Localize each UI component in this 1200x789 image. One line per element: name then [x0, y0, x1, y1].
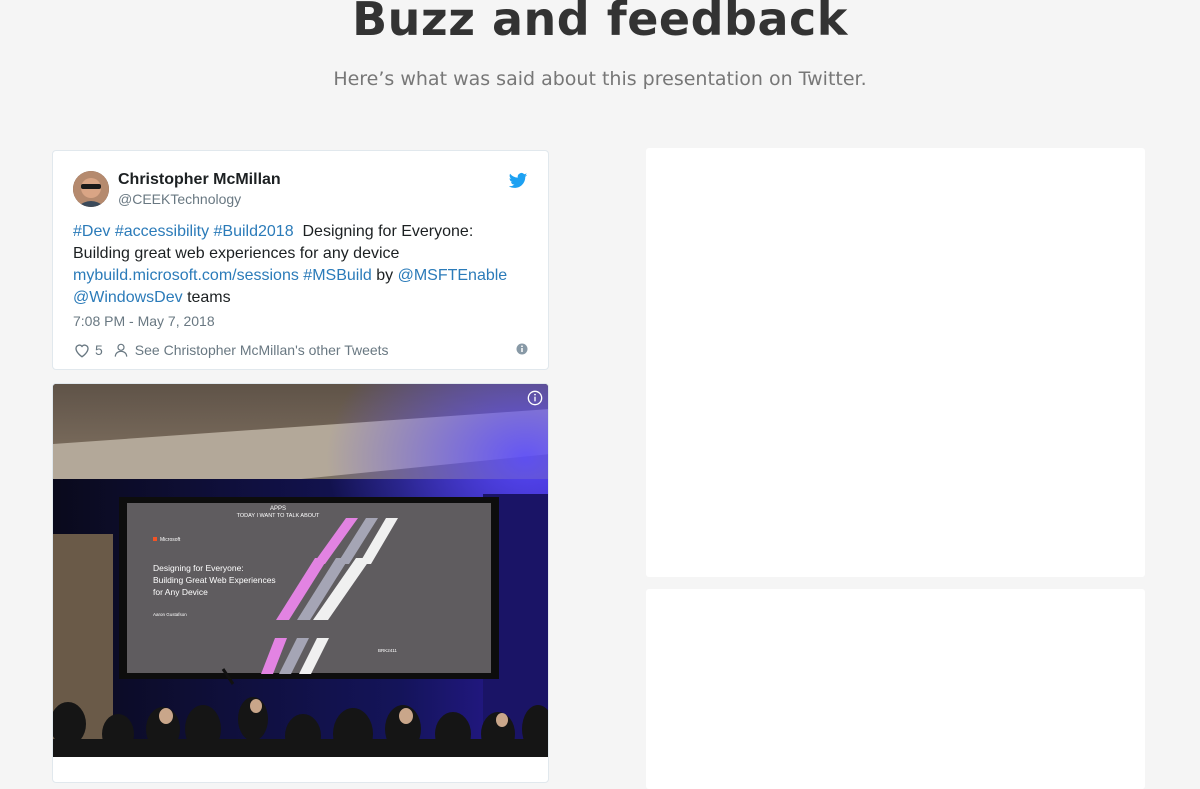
info-icon[interactable] [516, 343, 528, 355]
tweet-card[interactable]: Christopher McMillan @CEEKTechnology #De… [52, 150, 549, 370]
heart-icon[interactable] [73, 341, 91, 359]
slide-brand-text: Microsoft [160, 537, 181, 543]
tweet-placeholder-card [646, 589, 1145, 789]
author-handle[interactable]: @CEEKTechnology [118, 191, 241, 207]
page-subtitle: Here’s what was said about this presenta… [333, 68, 867, 90]
mention-windowsdev[interactable]: @WindowsDev [73, 289, 183, 306]
hashtag-build2018[interactable]: #Build2018 [214, 223, 294, 240]
tweet-photo-card[interactable]: APPS TODAY I WANT TO TALK ABOUT Microsof… [52, 383, 549, 783]
twitter-bird-icon[interactable] [508, 171, 528, 191]
page-title: Buzz and feedback [352, 0, 848, 46]
hashtag-dev[interactable]: #Dev [73, 223, 110, 240]
slide-code: BRK2411 [378, 648, 397, 653]
like-count[interactable]: 5 [95, 342, 103, 358]
author-name[interactable]: Christopher McMillan [118, 171, 281, 189]
info-icon[interactable] [527, 390, 543, 406]
tweet-placeholder-card [646, 148, 1145, 577]
tweet-timestamp[interactable]: 7:08 PM - May 7, 2018 [73, 313, 215, 329]
slide-apps-text: APPS [270, 506, 286, 512]
mention-msftenable[interactable]: @MSFTEnable [398, 267, 508, 284]
tweet-actions: 5 See Christopher McMillan's other Tweet… [73, 340, 528, 360]
tweet-teams-text: teams [187, 289, 231, 306]
slide-title-line2: Building Great Web Experiences [153, 575, 276, 585]
tweet-by-text: by [376, 267, 394, 284]
avatar[interactable] [73, 171, 109, 207]
person-icon [114, 343, 128, 357]
session-link[interactable]: mybuild.microsoft.com/sessions [73, 267, 299, 284]
other-tweets-link[interactable]: See Christopher McMillan's other Tweets [135, 342, 389, 358]
hashtag-msbuild[interactable]: #MSBuild [303, 267, 371, 284]
slide-title-line1: Designing for Everyone: [153, 563, 244, 573]
presentation-photo[interactable]: APPS TODAY I WANT TO TALK ABOUT Microsof… [53, 384, 549, 757]
slide-title-line3: for Any Device [153, 587, 208, 597]
tweet-text: #Dev #accessibility #Build2018 Designing… [73, 221, 533, 309]
slide-presenter: Aaron Gustafson [153, 612, 187, 617]
hashtag-accessibility[interactable]: #accessibility [115, 223, 209, 240]
slide-intro-text: TODAY I WANT TO TALK ABOUT [237, 513, 320, 519]
